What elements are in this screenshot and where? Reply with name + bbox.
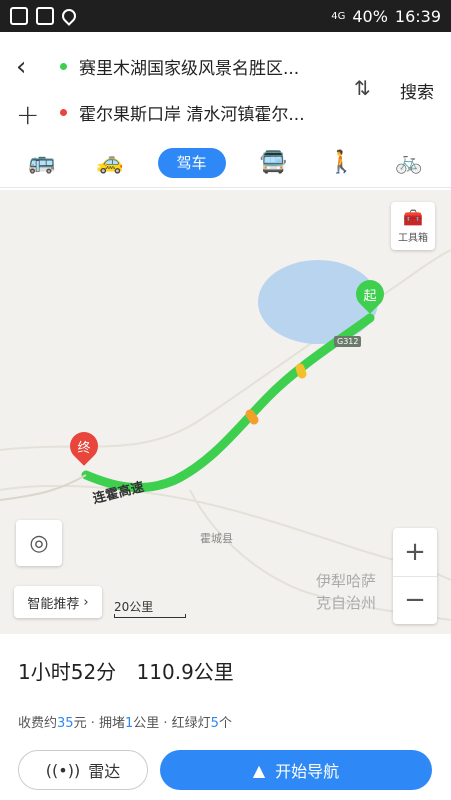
image-icon	[10, 7, 28, 25]
route-box: ‹ + 赛里木湖国家级风景名胜区... 霍尔果斯口岸 清水河镇霍尔... ⇅ 搜…	[0, 32, 451, 138]
fee-unit: 元 · 拥堵	[73, 716, 125, 731]
search-button[interactable]: 搜索	[400, 78, 434, 103]
mode-drive-button[interactable]: 驾车	[157, 147, 226, 178]
county-label: 霍城县	[200, 532, 233, 545]
bus-icon: 🚌	[28, 150, 56, 175]
radar-label: 雷达	[88, 762, 121, 781]
locate-icon: ◎	[29, 530, 49, 556]
jam-value: 1	[124, 716, 134, 731]
jam-unit: 公里 · 红绿灯	[133, 716, 211, 731]
battery-text: 40%	[352, 6, 388, 26]
recommend-button[interactable]: 智能推荐 ›	[14, 586, 102, 618]
navigation-arrow-icon: ▲	[252, 760, 266, 780]
end-field[interactable]: 霍尔果斯口岸 清水河镇霍尔...	[60, 100, 305, 125]
status-bar: 4G 40% 16:39	[0, 0, 451, 32]
highway-shield: G312	[334, 336, 362, 347]
add-waypoint-icon[interactable]: +	[16, 98, 39, 131]
route-line	[81, 313, 375, 493]
duration-distance: 1小时52分 110.9公里	[18, 656, 234, 685]
lights-unit: 个	[218, 716, 232, 731]
end-dot-icon	[60, 109, 67, 116]
mode-walk-button[interactable]: 🚶	[321, 148, 361, 178]
scale-label: 20公里	[114, 600, 154, 614]
mode-transit-button[interactable]: 🚍	[253, 148, 293, 178]
route-summary-panel: 1小时52分 110.9公里 收费约35元 · 拥堵1公里 · 红绿灯5个 ((…	[0, 634, 451, 800]
locate-button[interactable]: ◎	[16, 520, 62, 566]
radar-button[interactable]: ((•)) 雷达	[18, 750, 148, 790]
network-label: 4G	[331, 10, 346, 22]
duration-text: 1小时52分	[18, 660, 117, 684]
walk-icon: 🚶	[327, 150, 355, 175]
scale-bar	[114, 614, 186, 618]
prefecture-label-2: 克自治州	[316, 594, 377, 612]
distance-text: 110.9公里	[136, 660, 234, 684]
map-canvas	[0, 249, 451, 621]
toolbox-button[interactable]: 🧰 工具箱	[391, 202, 435, 250]
start-field[interactable]: 赛里木湖国家级风景名胜区...	[60, 54, 299, 79]
end-text: 霍尔果斯口岸 清水河镇霍尔...	[79, 105, 305, 125]
travel-modes: 🚌 🚕 驾车 🚍 🚶 🚲	[0, 138, 451, 188]
radar-icon: ((•))	[45, 760, 81, 780]
chevron-right-icon: ›	[83, 594, 89, 610]
location-icon	[59, 6, 79, 26]
fee-value: 35	[57, 716, 74, 731]
app-icon	[36, 7, 54, 25]
toolbox-label: 工具箱	[398, 233, 428, 244]
start-dot-icon	[60, 63, 67, 70]
navigation-label: 开始导航	[275, 762, 340, 781]
mode-bus-button[interactable]: 🚌	[22, 148, 62, 178]
toolbox-icon: 🧰	[403, 208, 423, 227]
taxi-icon: 🚕	[96, 150, 124, 175]
fee-prefix: 收费约	[18, 716, 58, 731]
start-navigation-button[interactable]: ▲ 开始导航	[160, 750, 432, 790]
zoom-in-button[interactable]: +	[393, 528, 437, 577]
mode-taxi-button[interactable]: 🚕	[90, 148, 130, 178]
back-icon[interactable]: ‹	[16, 52, 26, 82]
prefecture-label-1: 伊犁哈萨	[316, 572, 377, 590]
start-pin-label: 起	[363, 288, 377, 304]
swap-icon[interactable]: ⇅	[354, 76, 371, 100]
zoom-control: + −	[393, 528, 437, 624]
lights-value: 5	[210, 716, 219, 731]
recommend-label: 智能推荐	[27, 596, 80, 612]
bike-icon: 🚲	[395, 150, 423, 175]
route-details: 收费约35元 · 拥堵1公里 · 红绿灯5个	[18, 712, 232, 731]
time-text: 16:39	[394, 6, 441, 26]
end-pin-label: 终	[77, 440, 91, 456]
start-text: 赛里木湖国家级风景名胜区...	[79, 59, 300, 79]
map-view[interactable]: 起 终 G312 连霍高速 霍城县 伊犁哈萨 克自治州 🧰 工具箱 ◎ + − …	[0, 190, 451, 634]
zoom-out-button[interactable]: −	[393, 577, 437, 625]
mode-bike-button[interactable]: 🚲	[389, 148, 429, 178]
transit-icon: 🚍	[259, 150, 288, 175]
